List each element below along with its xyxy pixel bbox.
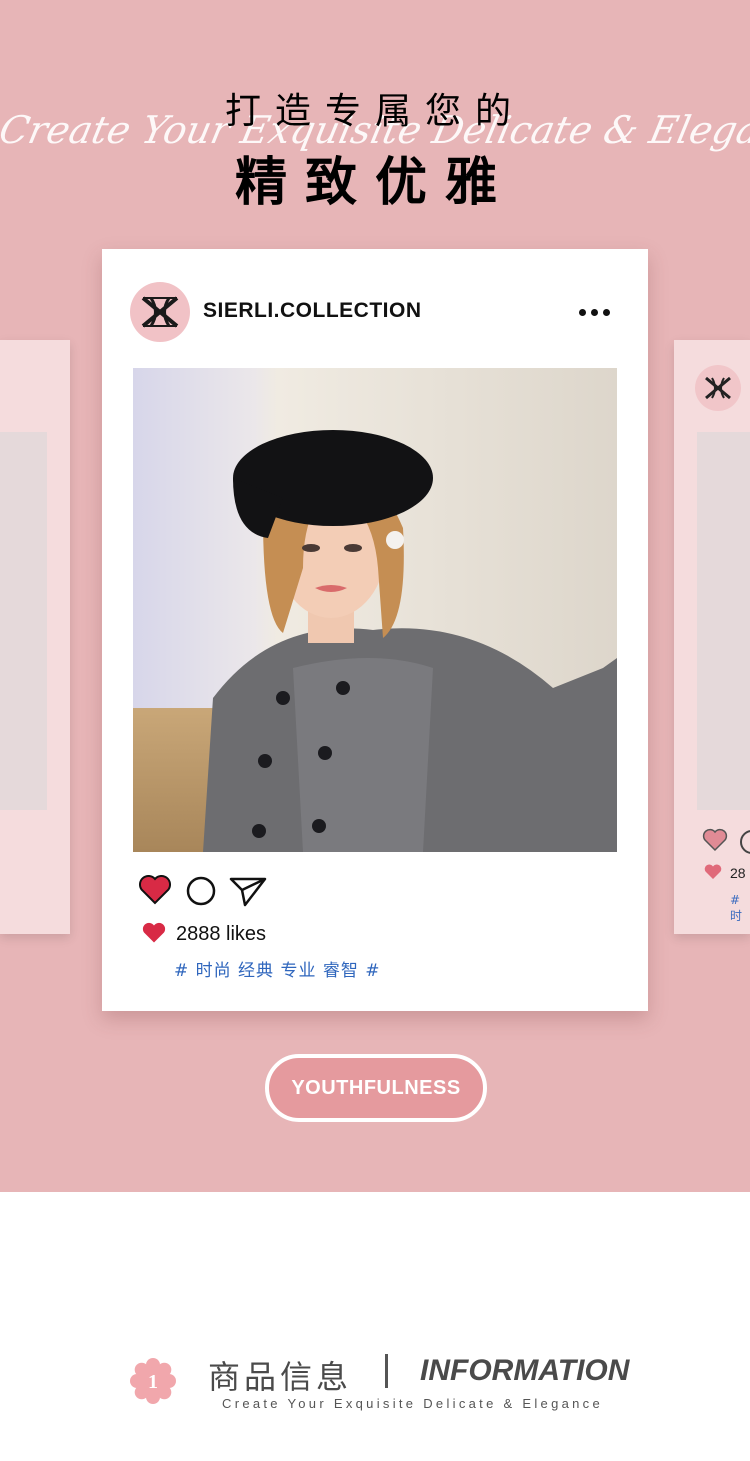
- section-subtitle: Create Your Exquisite Delicate & Eleganc…: [222, 1396, 604, 1411]
- side-card-left[interactable]: [0, 340, 70, 934]
- post-card: SIERLI.COLLECTION 2888 likes # 时尚 经典 专业 …: [102, 249, 648, 1011]
- model-photo-illustration: [133, 368, 617, 852]
- share-icon[interactable]: [228, 874, 268, 908]
- section-divider: [385, 1354, 388, 1388]
- side-card-avatar: [695, 365, 741, 411]
- brand-logo-icon: [141, 296, 179, 328]
- more-dots-icon[interactable]: [574, 300, 614, 324]
- hashtags[interactable]: # 时尚 经典 专业 睿智 #: [174, 956, 381, 981]
- likes-heart-icon: [142, 922, 166, 943]
- post-photo: [133, 368, 617, 852]
- section-title-cn: 商品信息: [208, 1358, 353, 1396]
- avatar[interactable]: [130, 282, 190, 342]
- section-number: 1: [148, 1371, 158, 1393]
- heart-icon[interactable]: [702, 828, 728, 852]
- brand-logo-icon: [705, 376, 731, 400]
- flower-number-icon: 1: [130, 1358, 176, 1404]
- comment-icon[interactable]: [186, 876, 216, 906]
- side-card-left-photo: [0, 432, 47, 810]
- comment-icon[interactable]: [740, 830, 750, 854]
- headline-line-2: 精致优雅: [234, 153, 515, 213]
- side-card-tags: # 时: [730, 893, 743, 923]
- youthfulness-badge: YOUTHFULNESS: [265, 1054, 487, 1122]
- account-handle[interactable]: SIERLI.COLLECTION: [203, 299, 422, 323]
- likes-heart-icon: [704, 864, 722, 879]
- side-card-right-photo: [697, 432, 750, 810]
- side-card-likes: 28: [730, 865, 746, 881]
- likes-count[interactable]: 2888 likes: [176, 923, 266, 946]
- side-card-right[interactable]: 28 # 时: [674, 340, 750, 934]
- section-title-en: INFORMATION: [420, 1354, 630, 1387]
- section-header: 1 商品信息 INFORMATION Create Your Exquisite…: [0, 1340, 750, 1430]
- heart-icon[interactable]: [138, 874, 172, 906]
- headline-line-1: 打造专属您的: [224, 91, 525, 132]
